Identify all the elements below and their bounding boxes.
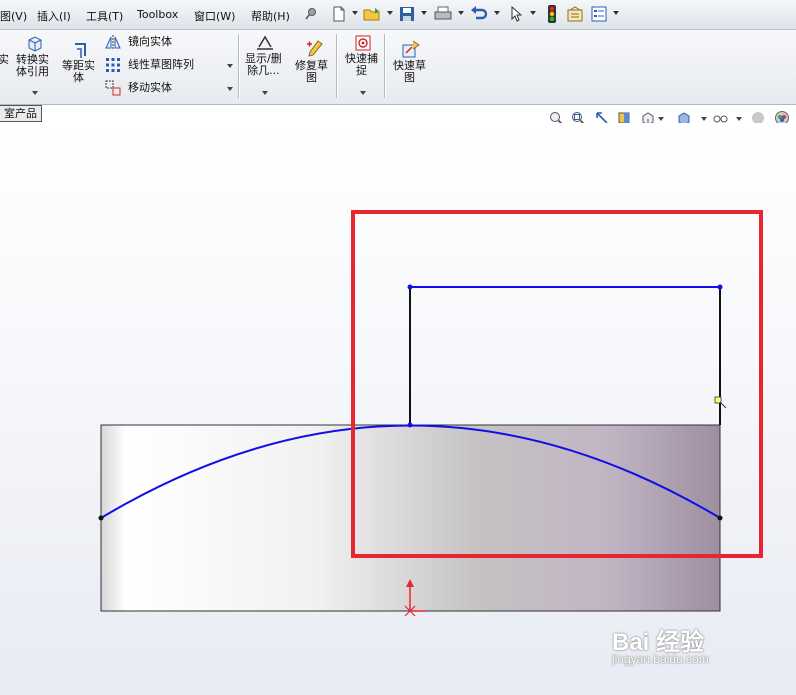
- menu-bar: 图(V) 插入(I) 工具(T) Toolbox 窗口(W) 帮助(H): [0, 0, 796, 30]
- command-manager: 实 转换实 体引用 等距实 体 镜向实体 线性草图阵列 移动实体 显示/删 除几…: [0, 30, 796, 105]
- open-dropdown-icon[interactable]: [387, 11, 393, 15]
- tab-partial-products[interactable]: 室产品: [0, 105, 42, 122]
- print-dropdown-icon[interactable]: [458, 11, 464, 15]
- menu-tools[interactable]: 工具(T): [86, 8, 123, 24]
- move-dropdown-icon[interactable]: [227, 87, 233, 91]
- sketch-canvas[interactable]: [0, 123, 796, 695]
- select-dropdown-icon[interactable]: [530, 11, 536, 15]
- offset-entities-button[interactable]: 等距实 体: [62, 60, 95, 84]
- menu-help[interactable]: 帮助(H): [251, 8, 290, 24]
- convert-entities-button[interactable]: 转换实 体引用: [16, 54, 49, 78]
- menu-insert[interactable]: 插入(I): [37, 8, 71, 24]
- save-dropdown-icon[interactable]: [421, 11, 427, 15]
- linear-pattern-icon[interactable]: [104, 56, 122, 74]
- hide-show-dropdown-icon[interactable]: [736, 117, 742, 121]
- view-orientation-dropdown-icon[interactable]: [658, 117, 664, 121]
- convert-entities-icon[interactable]: [24, 34, 46, 54]
- partial-command-label[interactable]: 实: [0, 54, 9, 66]
- repair-sketch-icon[interactable]: [303, 39, 325, 59]
- save-icon[interactable]: [398, 5, 416, 23]
- display-delete-relations-button[interactable]: 显示/删 除几...: [245, 53, 282, 77]
- new-document-icon[interactable]: [330, 5, 348, 23]
- convert-dropdown-icon[interactable]: [32, 91, 38, 95]
- rebuild-traffic-light-icon[interactable]: [543, 5, 561, 23]
- offset-entities-icon[interactable]: [70, 40, 92, 60]
- print-icon[interactable]: [434, 5, 452, 23]
- baidu-watermark: Bai 经验 jingyan.baidu.com: [612, 622, 709, 666]
- pattern-dropdown-icon[interactable]: [227, 64, 233, 68]
- relations-dropdown-icon[interactable]: [262, 91, 268, 95]
- ribbon-separator: [336, 34, 338, 98]
- menu-view[interactable]: 图(V): [0, 8, 27, 24]
- snaps-dropdown-icon[interactable]: [360, 91, 366, 95]
- graphics-area[interactable]: [0, 123, 796, 695]
- ribbon-separator: [238, 34, 240, 98]
- new-dropdown-icon[interactable]: [352, 11, 358, 15]
- mirror-entities-button[interactable]: 镜向实体: [128, 36, 172, 48]
- quick-snaps-icon[interactable]: [352, 33, 374, 53]
- options-icon[interactable]: [590, 5, 608, 23]
- rapid-sketch-icon[interactable]: [400, 39, 422, 59]
- pin-icon[interactable]: [302, 5, 320, 23]
- sketch-rectangle[interactable]: [407, 284, 723, 428]
- display-delete-relations-icon[interactable]: [254, 33, 276, 53]
- linear-pattern-button[interactable]: 线性草图阵列: [128, 59, 194, 71]
- move-entities-button[interactable]: 移动实体: [128, 82, 172, 94]
- repair-sketch-button[interactable]: 修复草 图: [295, 60, 328, 84]
- select-cursor-icon[interactable]: [507, 5, 525, 23]
- open-folder-icon[interactable]: [363, 5, 381, 23]
- menu-window[interactable]: 窗口(W): [194, 8, 235, 24]
- watermark-url: jingyan.baidu.com: [612, 652, 709, 666]
- mirror-entities-icon[interactable]: [104, 33, 122, 51]
- menu-toolbox[interactable]: Toolbox: [137, 8, 178, 21]
- ribbon-separator: [384, 34, 386, 98]
- display-style-dropdown-icon[interactable]: [701, 117, 707, 121]
- undo-icon[interactable]: [470, 5, 488, 23]
- undo-dropdown-icon[interactable]: [494, 11, 500, 15]
- move-entities-icon[interactable]: [104, 79, 122, 97]
- options-dropdown-icon[interactable]: [613, 11, 619, 15]
- quick-snaps-button[interactable]: 快速捕 捉: [345, 53, 378, 77]
- file-properties-icon[interactable]: [566, 5, 584, 23]
- rapid-sketch-button[interactable]: 快速草 图: [393, 60, 426, 84]
